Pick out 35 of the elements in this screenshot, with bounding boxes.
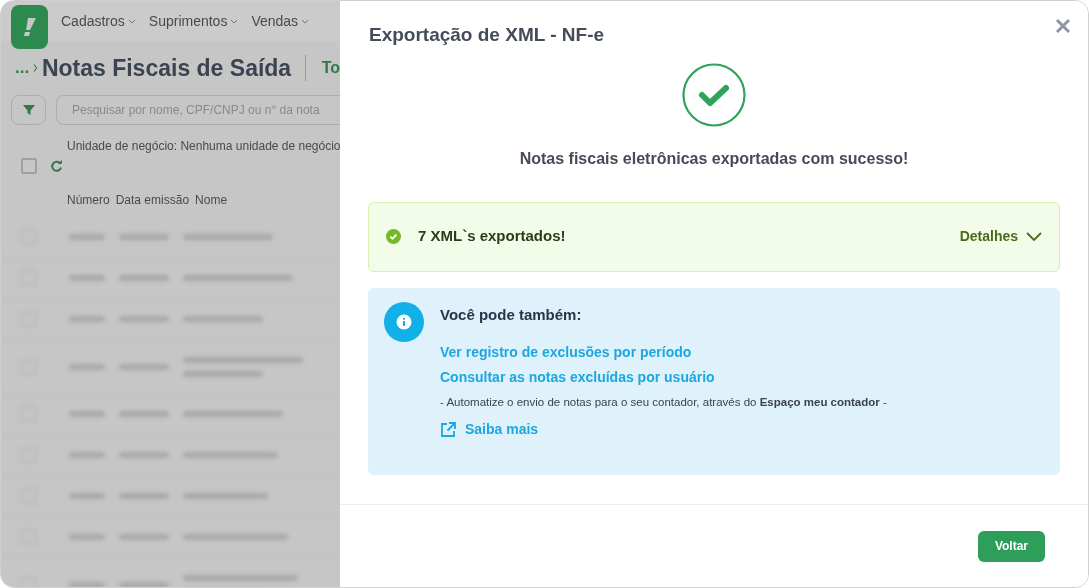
business-unit-label: Unidade de negócio: Nenhuma unidade de negócio (67, 139, 340, 153)
details-toggle[interactable]: Detalhes (959, 226, 1042, 247)
breadcrumb-ellipsis[interactable]: ... (15, 55, 30, 81)
info-note: - Automatize o envio de notas para o seu contador, através do Espaço meu contador - (440, 395, 887, 410)
column-header: Nome (195, 192, 228, 209)
chevron-icon (230, 18, 239, 24)
modal-title: Exportação de XML - NF-e (369, 23, 606, 47)
column-header: Data emissão (115, 192, 190, 209)
learn-more-link[interactable]: Saiba mais (440, 419, 887, 441)
check-circle-icon (386, 229, 401, 244)
menu-item[interactable]: Suprimentos (148, 10, 239, 32)
info-icon (384, 301, 424, 342)
column-header: Número (67, 192, 110, 209)
chevron-icon (301, 18, 310, 24)
close-button[interactable] (1054, 17, 1072, 35)
info-link[interactable]: Ver registro de exclusões por período (440, 342, 887, 363)
page-title: Notas Fiscais de Saída (41, 53, 292, 83)
export-count: 7 XML`s exportados! (418, 226, 566, 247)
success-message: Notas fiscais eletrônicas exportadas com sucesso! (518, 148, 910, 169)
close-icon (1055, 18, 1071, 34)
menu-item[interactable]: Vendas (251, 10, 310, 32)
info-heading: Você pode também: (440, 304, 583, 325)
info-link[interactable]: Consultar as notas excluídas por usuário (440, 367, 887, 388)
select-all-checkbox[interactable] (21, 158, 37, 174)
chevron-icon (1026, 231, 1042, 242)
menu-item[interactable]: Cadastros (61, 10, 136, 32)
tab-label[interactable]: To (321, 56, 340, 80)
filter-button[interactable] (11, 95, 46, 125)
filter-icon (22, 104, 35, 116)
app-logo[interactable] (11, 5, 48, 49)
success-check-icon (682, 62, 746, 127)
back-button[interactable]: Voltar (977, 530, 1045, 562)
external-link-icon (440, 421, 456, 438)
refresh-icon[interactable] (50, 159, 63, 173)
chevron-icon (127, 18, 136, 24)
